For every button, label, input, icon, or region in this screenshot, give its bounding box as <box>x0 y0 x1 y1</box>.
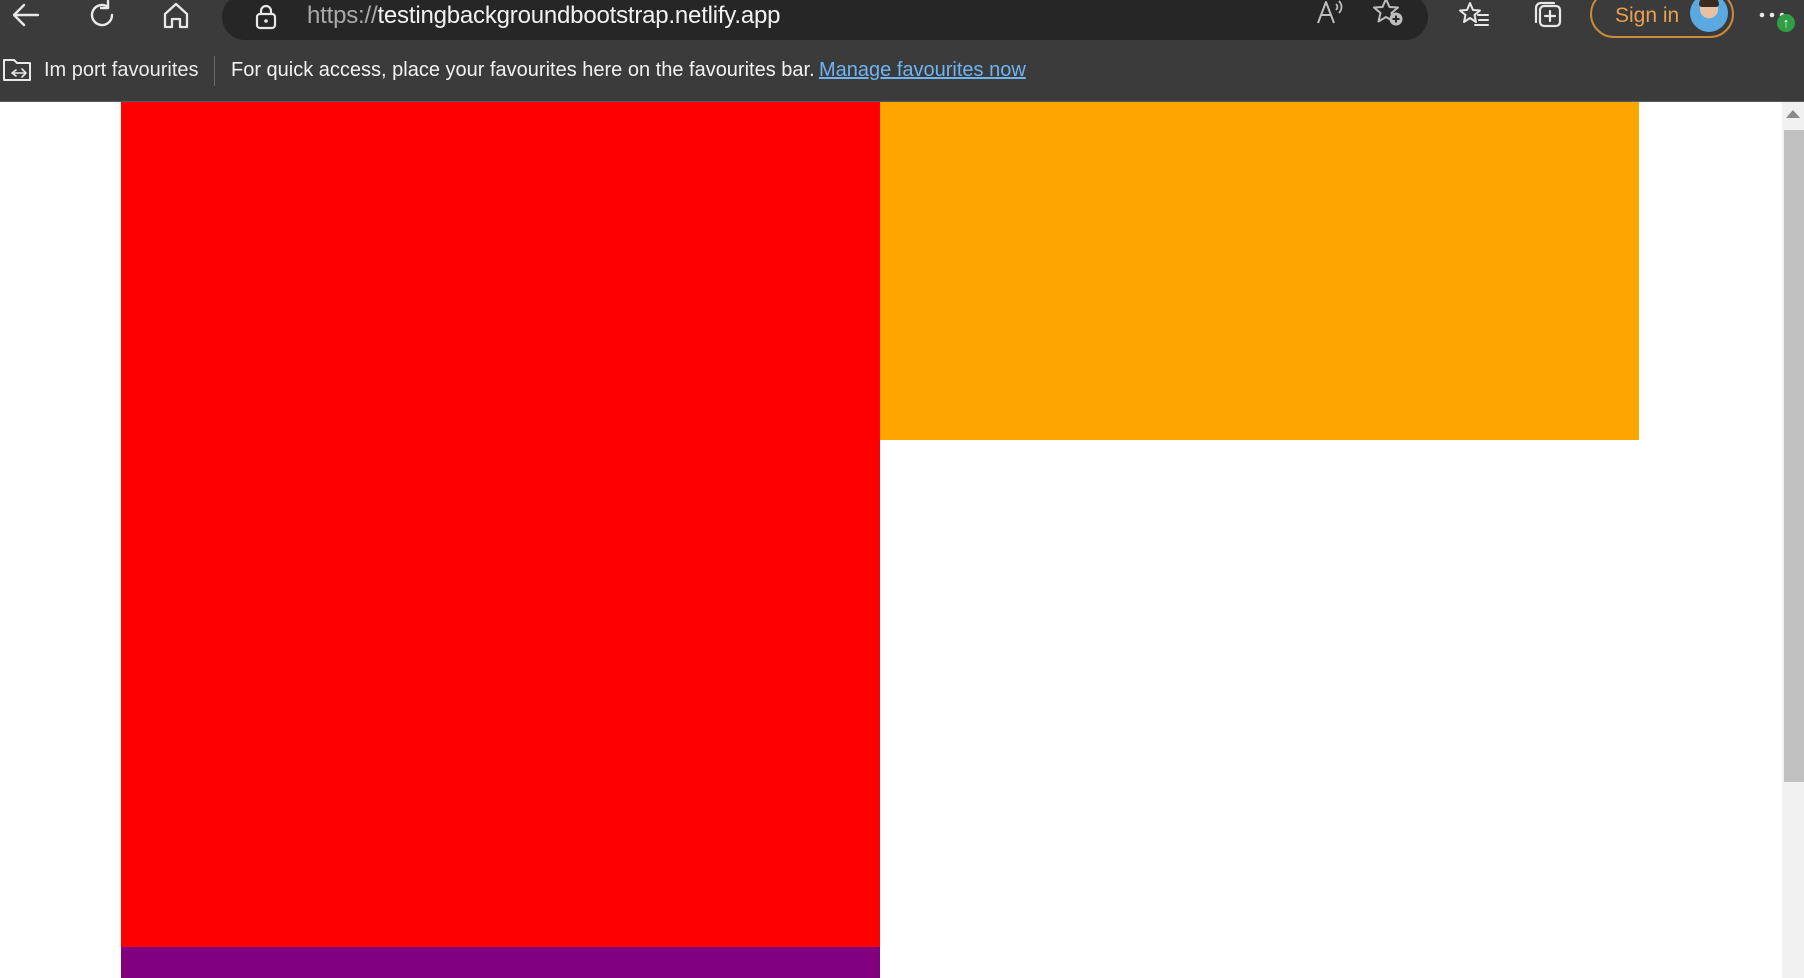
home-icon <box>163 2 189 29</box>
home-button[interactable] <box>158 0 194 30</box>
vertical-scrollbar[interactable] <box>1782 102 1804 978</box>
add-favourite-icon <box>1373 0 1403 26</box>
back-icon <box>12 3 40 27</box>
update-badge-icon: ↑ <box>1777 14 1795 32</box>
url-text[interactable]: https://testingbackgroundbootstrap.netli… <box>307 2 781 30</box>
address-bar[interactable]: https://testingbackgroundbootstrap.netli… <box>222 0 1428 40</box>
purple-box <box>121 947 880 978</box>
scroll-up-arrow-icon[interactable] <box>1786 110 1800 118</box>
collections-icon <box>1534 1 1562 28</box>
browser-toolbar: https://testingbackgroundbootstrap.netli… <box>0 0 1804 40</box>
read-aloud-button[interactable] <box>1312 0 1348 27</box>
favourites-icon <box>1459 2 1489 26</box>
avatar <box>1690 0 1728 32</box>
read-aloud-icon <box>1317 0 1343 24</box>
url-host: testingbackgroundbootstrap.netlify.app <box>377 2 781 29</box>
scroll-thumb[interactable] <box>1784 130 1804 782</box>
favourites-divider <box>214 56 215 86</box>
red-box <box>121 102 880 947</box>
sign-in-label: Sign in <box>1615 4 1680 27</box>
sign-in-button[interactable]: Sign in <box>1590 0 1734 38</box>
import-favourites-icon <box>3 59 31 81</box>
favourites-hint: For quick access, place your favourites … <box>231 59 815 81</box>
orange-box <box>880 102 1639 440</box>
avatar-hair <box>1699 0 1719 7</box>
refresh-icon <box>90 0 114 27</box>
back-button[interactable] <box>8 0 44 30</box>
import-favourites-button[interactable]: Im port favourites <box>44 59 199 82</box>
page-viewport <box>0 102 1782 978</box>
url-scheme: https:// <box>307 2 378 29</box>
favourites-bar: Im port favourites For quick access, pla… <box>0 48 1804 92</box>
collections-button[interactable] <box>1530 0 1566 30</box>
browser-chrome: https://testingbackgroundbootstrap.netli… <box>0 0 1804 102</box>
favourites-button[interactable] <box>1456 0 1492 30</box>
lock-icon[interactable] <box>254 4 278 30</box>
add-favourite-button[interactable] <box>1370 0 1406 27</box>
manage-favourites-link[interactable]: Manage favourites now <box>819 59 1026 82</box>
refresh-button[interactable] <box>84 0 120 30</box>
